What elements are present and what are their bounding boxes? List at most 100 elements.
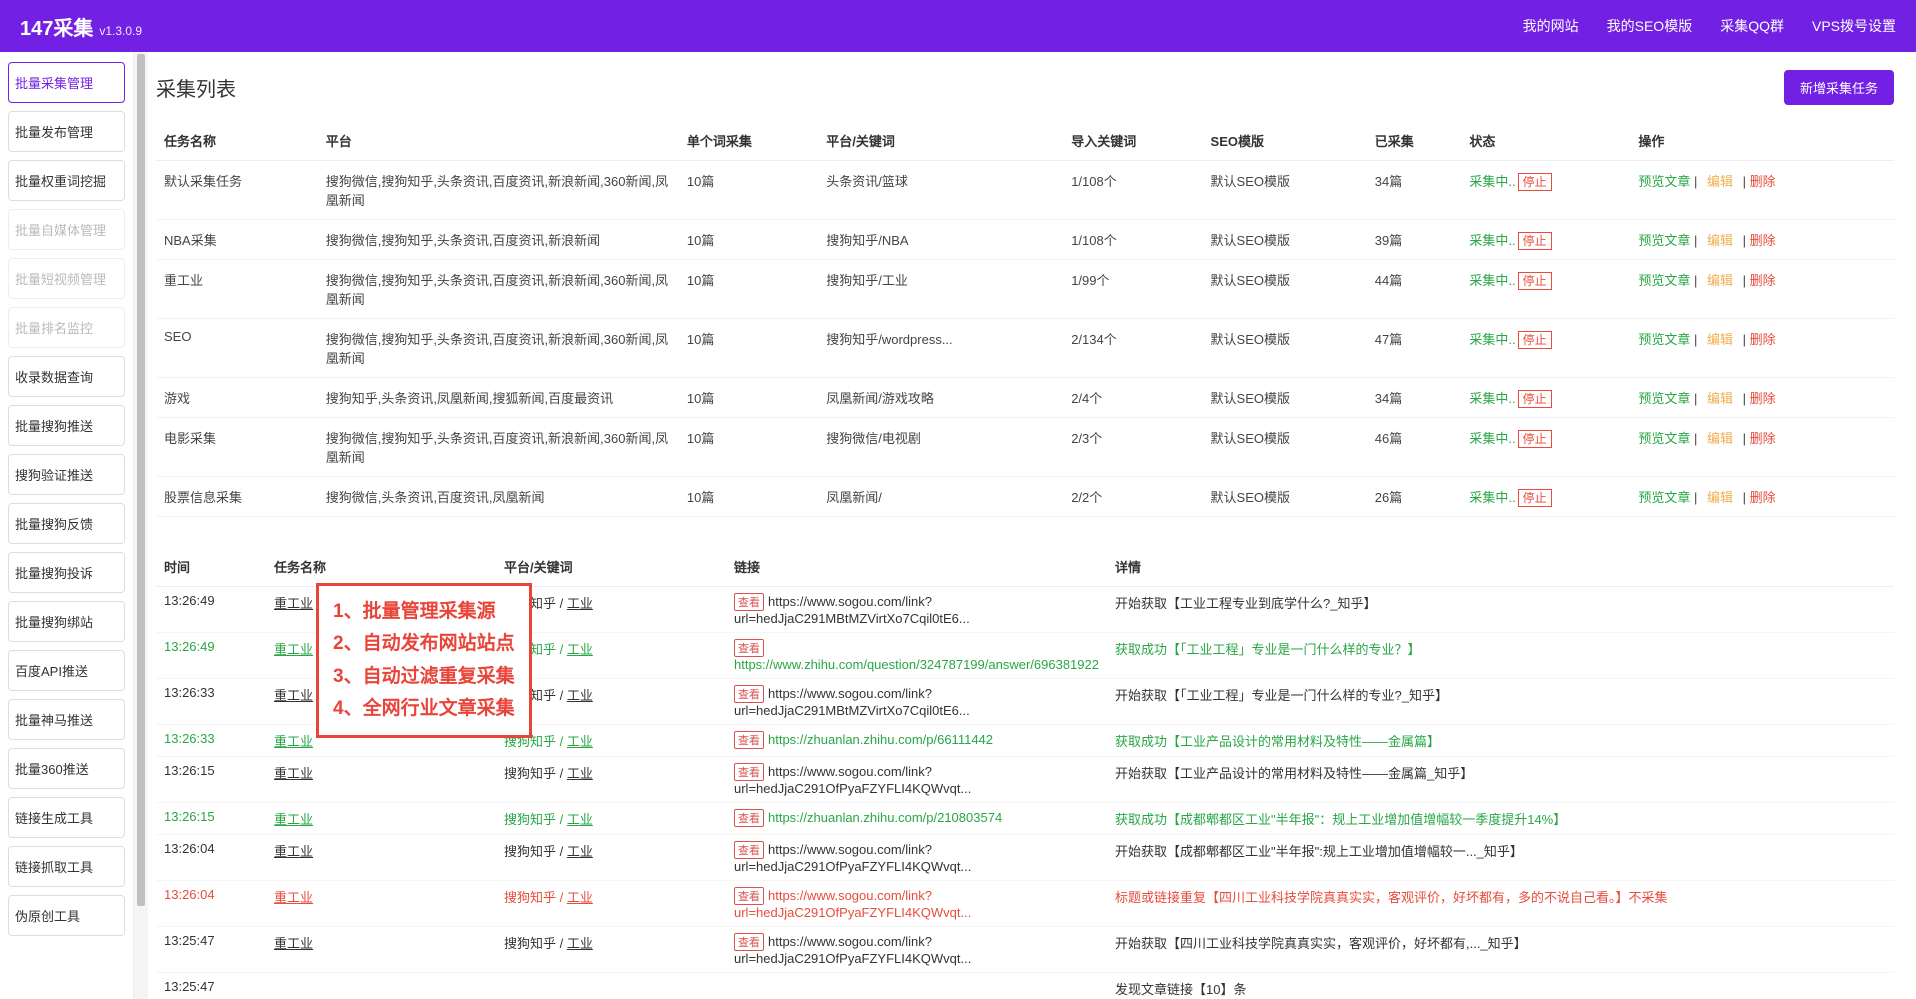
view-badge[interactable]: 查看 (734, 887, 764, 905)
sidebar-item-17[interactable]: 伪原创工具 (8, 895, 125, 936)
log-url[interactable]: https://www.sogou.com/link?url=hedJjaC29… (734, 934, 971, 966)
log-url[interactable]: https://zhuanlan.zhihu.com/p/66111442 (768, 732, 993, 747)
sidebar-item-11[interactable]: 批量搜狗绑站 (8, 601, 125, 642)
sidebar-item-10[interactable]: 批量搜狗投诉 (8, 552, 125, 593)
sidebar-item-1[interactable]: 批量发布管理 (8, 111, 125, 152)
log-pk: 搜狗知乎 / 工业 (496, 803, 726, 835)
sidebar-item-12[interactable]: 百度API推送 (8, 650, 125, 691)
sidebar-item-6[interactable]: 收录数据查询 (8, 356, 125, 397)
delete-link[interactable]: 删除 (1750, 490, 1776, 505)
delete-link[interactable]: 删除 (1750, 174, 1776, 189)
sidebar-item-0[interactable]: 批量采集管理 (8, 62, 125, 103)
preview-link[interactable]: 预览文章 (1638, 431, 1690, 446)
task-link[interactable]: 重工业 (274, 688, 313, 703)
task-link[interactable]: 重工业 (274, 766, 313, 781)
delete-link[interactable]: 删除 (1750, 273, 1776, 288)
view-badge[interactable]: 查看 (734, 809, 764, 827)
app-title: 147采集 (20, 12, 93, 41)
edit-link[interactable]: 编辑 (1707, 490, 1733, 505)
log-task: 重工业 (266, 881, 496, 927)
keyword-link[interactable]: 工业 (567, 936, 593, 951)
nav-qq-group[interactable]: 采集QQ群 (1720, 16, 1784, 36)
keyword-link[interactable]: 工业 (567, 734, 593, 749)
view-badge[interactable]: 查看 (734, 639, 764, 657)
task-name: NBA采集 (156, 220, 318, 260)
task-link[interactable]: 重工业 (274, 642, 313, 657)
task-link[interactable]: 重工业 (274, 844, 313, 859)
edit-link[interactable]: 编辑 (1707, 431, 1733, 446)
nav-my-site[interactable]: 我的网站 (1523, 16, 1579, 36)
task-link[interactable]: 重工业 (274, 936, 313, 951)
edit-link[interactable]: 编辑 (1707, 332, 1733, 347)
view-badge[interactable]: 查看 (734, 933, 764, 951)
sidebar-item-9[interactable]: 批量搜狗反馈 (8, 503, 125, 544)
keyword-link[interactable]: 工业 (567, 812, 593, 827)
log-url[interactable]: https://www.zhihu.com/question/324787199… (734, 657, 1099, 672)
keyword-link[interactable]: 工业 (567, 890, 593, 905)
tasks-header: 状态 (1461, 121, 1630, 161)
view-badge[interactable]: 查看 (734, 731, 764, 749)
preview-link[interactable]: 预览文章 (1638, 233, 1690, 248)
stop-button[interactable]: 停止 (1518, 390, 1552, 408)
view-badge[interactable]: 查看 (734, 685, 764, 703)
log-header: 链接 (726, 547, 1107, 587)
task-link[interactable]: 重工业 (274, 890, 313, 905)
sidebar-item-7[interactable]: 批量搜狗推送 (8, 405, 125, 446)
sidebar-item-13[interactable]: 批量神马推送 (8, 699, 125, 740)
log-detail: 获取成功【工业产品设计的常用材料及特性——金属篇】 (1107, 725, 1894, 757)
log-row: 13:26:04重工业搜狗知乎 / 工业查看https://www.sogou.… (156, 881, 1894, 927)
keyword-link[interactable]: 工业 (567, 642, 593, 657)
task-link[interactable]: 重工业 (274, 596, 313, 611)
log-pk: 搜狗知乎 / 工业 (496, 881, 726, 927)
sidebar-item-15[interactable]: 链接生成工具 (8, 797, 125, 838)
sidebar-item-8[interactable]: 搜狗验证推送 (8, 454, 125, 495)
log-url[interactable]: https://www.sogou.com/link?url=hedJjaC29… (734, 686, 970, 718)
stop-button[interactable]: 停止 (1518, 430, 1552, 448)
task-keywords: 1/108个 (1063, 220, 1202, 260)
view-badge[interactable]: 查看 (734, 593, 764, 611)
task-name: 默认采集任务 (156, 161, 318, 220)
preview-link[interactable]: 预览文章 (1638, 332, 1690, 347)
keyword-link[interactable]: 工业 (567, 596, 593, 611)
preview-link[interactable]: 预览文章 (1638, 273, 1690, 288)
stop-button[interactable]: 停止 (1518, 331, 1552, 349)
nav-vps-dial[interactable]: VPS拨号设置 (1812, 16, 1896, 36)
preview-link[interactable]: 预览文章 (1638, 490, 1690, 505)
log-detail: 开始获取【工业产品设计的常用材料及特性——金属篇_知乎】 (1107, 757, 1894, 803)
sidebar-item-14[interactable]: 批量360推送 (8, 748, 125, 789)
delete-link[interactable]: 删除 (1750, 391, 1776, 406)
keyword-link[interactable]: 工业 (567, 844, 593, 859)
sidebar-item-16[interactable]: 链接抓取工具 (8, 846, 125, 887)
nav-seo-template[interactable]: 我的SEO模版 (1607, 16, 1693, 36)
log-url[interactable]: https://www.sogou.com/link?url=hedJjaC29… (734, 842, 971, 874)
stop-button[interactable]: 停止 (1518, 232, 1552, 250)
log-url[interactable]: https://www.sogou.com/link?url=hedJjaC29… (734, 764, 971, 796)
sidebar-scrollbar[interactable] (134, 52, 148, 999)
sidebar-item-2[interactable]: 批量权重词挖掘 (8, 160, 125, 201)
task-collected-count: 44篇 (1367, 260, 1462, 319)
keyword-link[interactable]: 工业 (567, 766, 593, 781)
log-url[interactable]: https://www.sogou.com/link?url=hedJjaC29… (734, 888, 971, 920)
task-link[interactable]: 重工业 (274, 812, 313, 827)
stop-button[interactable]: 停止 (1518, 272, 1552, 290)
task-link[interactable]: 重工业 (274, 734, 313, 749)
view-badge[interactable]: 查看 (734, 841, 764, 859)
delete-link[interactable]: 删除 (1750, 332, 1776, 347)
stop-button[interactable]: 停止 (1518, 173, 1552, 191)
edit-link[interactable]: 编辑 (1707, 233, 1733, 248)
delete-link[interactable]: 删除 (1750, 233, 1776, 248)
stop-button[interactable]: 停止 (1518, 489, 1552, 507)
add-task-button[interactable]: 新增采集任务 (1784, 70, 1894, 105)
edit-link[interactable]: 编辑 (1707, 391, 1733, 406)
keyword-link[interactable]: 工业 (567, 688, 593, 703)
preview-link[interactable]: 预览文章 (1638, 174, 1690, 189)
edit-link[interactable]: 编辑 (1707, 174, 1733, 189)
preview-link[interactable]: 预览文章 (1638, 391, 1690, 406)
log-url[interactable]: https://zhuanlan.zhihu.com/p/210803574 (768, 810, 1002, 825)
delete-link[interactable]: 删除 (1750, 431, 1776, 446)
log-url[interactable]: https://www.sogou.com/link?url=hedJjaC29… (734, 594, 970, 626)
edit-link[interactable]: 编辑 (1707, 273, 1733, 288)
view-badge[interactable]: 查看 (734, 763, 764, 781)
task-platform-keyword: 头条资讯/篮球 (818, 161, 1063, 220)
task-collected-count: 47篇 (1367, 319, 1462, 378)
